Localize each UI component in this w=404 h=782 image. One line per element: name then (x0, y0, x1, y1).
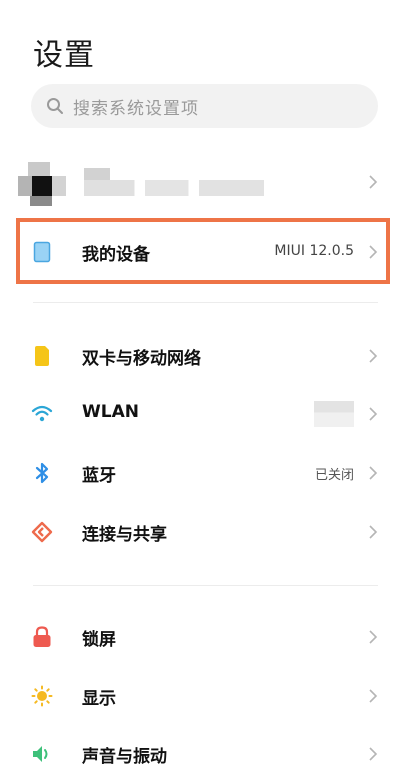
sim-card-icon (31, 345, 53, 367)
sidebar-item-connection-sharing[interactable]: 连接与共享 (0, 502, 404, 560)
bluetooth-status: 已关闭 (314, 468, 354, 483)
chevron-right-icon (369, 175, 378, 189)
highlight-box (16, 218, 390, 284)
share-connection-icon (31, 521, 53, 543)
sun-icon (31, 685, 53, 707)
wlan-label: WLAN (82, 402, 139, 422)
chevron-right-icon (369, 349, 378, 363)
sidebar-item-wlan[interactable]: WLAN (0, 384, 404, 442)
wifi-icon (31, 403, 53, 425)
sidebar-item-display[interactable]: 显示 (0, 666, 404, 724)
connection-sharing-label: 连接与共享 (82, 525, 167, 545)
page-title: 设置 (33, 38, 95, 73)
divider (33, 302, 378, 303)
speaker-icon (31, 743, 53, 765)
chevron-right-icon (369, 407, 378, 421)
avatar (18, 162, 68, 212)
lock-screen-label: 锁屏 (82, 630, 116, 650)
divider (33, 585, 378, 586)
chevron-right-icon (369, 689, 378, 703)
lock-icon (31, 626, 53, 648)
sound-vibration-label: 声音与振动 (82, 747, 167, 767)
search-bar[interactable]: 搜索系统设置项 (31, 84, 378, 128)
search-input[interactable]: 搜索系统设置项 (73, 94, 199, 119)
display-label: 显示 (82, 689, 116, 709)
chevron-right-icon (369, 525, 378, 539)
sidebar-item-lock-screen[interactable]: 锁屏 (0, 607, 404, 665)
bluetooth-label: 蓝牙 (82, 466, 116, 486)
wlan-network-blurred (314, 401, 354, 427)
sidebar-item-bluetooth[interactable]: 蓝牙 已关闭 (0, 443, 404, 501)
bluetooth-icon (31, 462, 53, 484)
account-id-blurred (84, 180, 264, 196)
dual-sim-label: 双卡与移动网络 (82, 349, 201, 369)
account-row[interactable] (0, 150, 404, 212)
sidebar-item-sound-vibration[interactable]: 声音与振动 (0, 724, 404, 782)
sidebar-item-dual-sim[interactable]: 双卡与移动网络 (0, 326, 404, 384)
chevron-right-icon (369, 747, 378, 761)
search-icon (45, 96, 65, 116)
chevron-right-icon (369, 630, 378, 644)
chevron-right-icon (369, 466, 378, 480)
